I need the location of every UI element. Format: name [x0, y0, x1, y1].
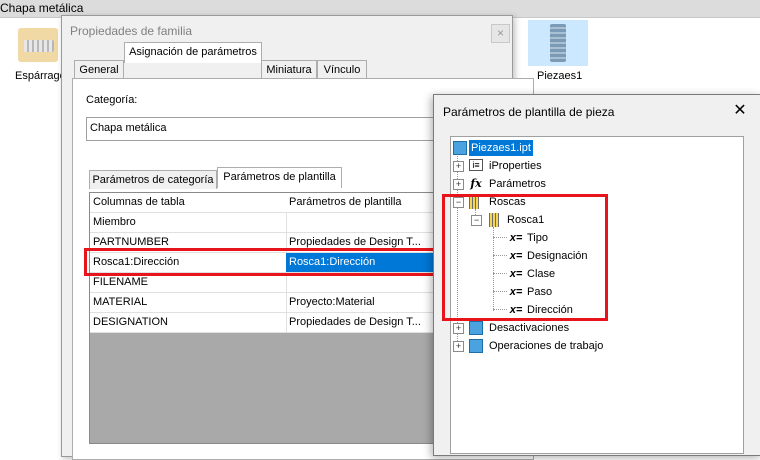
- table-row[interactable]: MATERIAL Proyecto:Material: [90, 293, 438, 313]
- subtab-parametros-plantilla[interactable]: Parámetros de plantilla: [217, 167, 342, 188]
- category-field[interactable]: Chapa metálica: [86, 117, 448, 141]
- close-icon[interactable]: ✕: [730, 101, 750, 121]
- tree-node-label: Parámetros: [489, 178, 546, 190]
- tree-node-label: iProperties: [489, 160, 542, 172]
- expand-icon[interactable]: +: [453, 323, 464, 334]
- column-header-columnas[interactable]: Columnas de tabla: [90, 193, 287, 212]
- table-cell[interactable]: DESIGNATION: [90, 313, 287, 332]
- tree-node-label: Operaciones de trabajo: [489, 340, 604, 352]
- highlight-box-roscas: [442, 194, 608, 321]
- thumbnail-piezaes1[interactable]: [528, 20, 588, 66]
- subtab-parametros-categoria[interactable]: Parámetros de categoría: [89, 170, 217, 189]
- work-features-icon: [469, 339, 483, 353]
- thumbnail-esparrago-label: Espárrago: [15, 70, 66, 82]
- table-cell[interactable]: Propiedades de Design T...: [286, 313, 438, 332]
- tree-node-root-label: Piezaes1.ipt: [469, 140, 533, 156]
- column-header-parametros[interactable]: Parámetros de plantilla: [286, 193, 438, 212]
- table-header: Columnas de tabla Parámetros de plantill…: [90, 193, 438, 213]
- table-row[interactable]: DESIGNATION Propiedades de Design T...: [90, 313, 438, 333]
- threaded-rod-icon: [550, 24, 566, 62]
- thumbnail-piezaes1-label: Piezaes1: [537, 70, 583, 82]
- bolt-icon: [18, 28, 58, 62]
- part-icon: [453, 141, 467, 155]
- suppression-icon: [469, 321, 483, 335]
- table-row[interactable]: FILENAME: [90, 273, 438, 293]
- tree-node-label: Desactivaciones: [489, 322, 570, 334]
- expand-icon[interactable]: +: [453, 161, 464, 172]
- parameter-table: Columnas de tabla Parámetros de plantill…: [89, 192, 439, 444]
- table-cell[interactable]: MATERIAL: [90, 293, 287, 312]
- table-cell[interactable]: Proyecto:Material: [286, 293, 438, 312]
- dialog-title: Propiedades de familia: [70, 24, 193, 38]
- function-icon: fx: [470, 177, 482, 190]
- category-label: Categoría:: [86, 94, 138, 106]
- close-button[interactable]: ×: [491, 24, 510, 43]
- expand-icon[interactable]: +: [453, 341, 464, 352]
- tab-vinculo[interactable]: Vínculo: [317, 60, 367, 79]
- window-title: Chapa metálica: [0, 1, 84, 15]
- dialog-title: Parámetros de plantilla de pieza: [443, 105, 615, 119]
- tab-asignacion-parametros[interactable]: Asignación de parámetros: [124, 42, 262, 63]
- table-cell[interactable]: [286, 213, 438, 232]
- category-value: Chapa metálica: [90, 122, 167, 134]
- tab-miniatura[interactable]: Miniatura: [261, 60, 317, 79]
- table-row[interactable]: Miembro: [90, 213, 438, 233]
- highlight-box-table-row: [84, 248, 442, 276]
- thumbnail-esparrago[interactable]: [14, 24, 62, 66]
- expand-icon[interactable]: +: [453, 179, 464, 190]
- table-cell[interactable]: Miembro: [90, 213, 287, 232]
- tab-general[interactable]: General: [74, 60, 124, 79]
- iproperties-icon: i≡: [469, 159, 483, 171]
